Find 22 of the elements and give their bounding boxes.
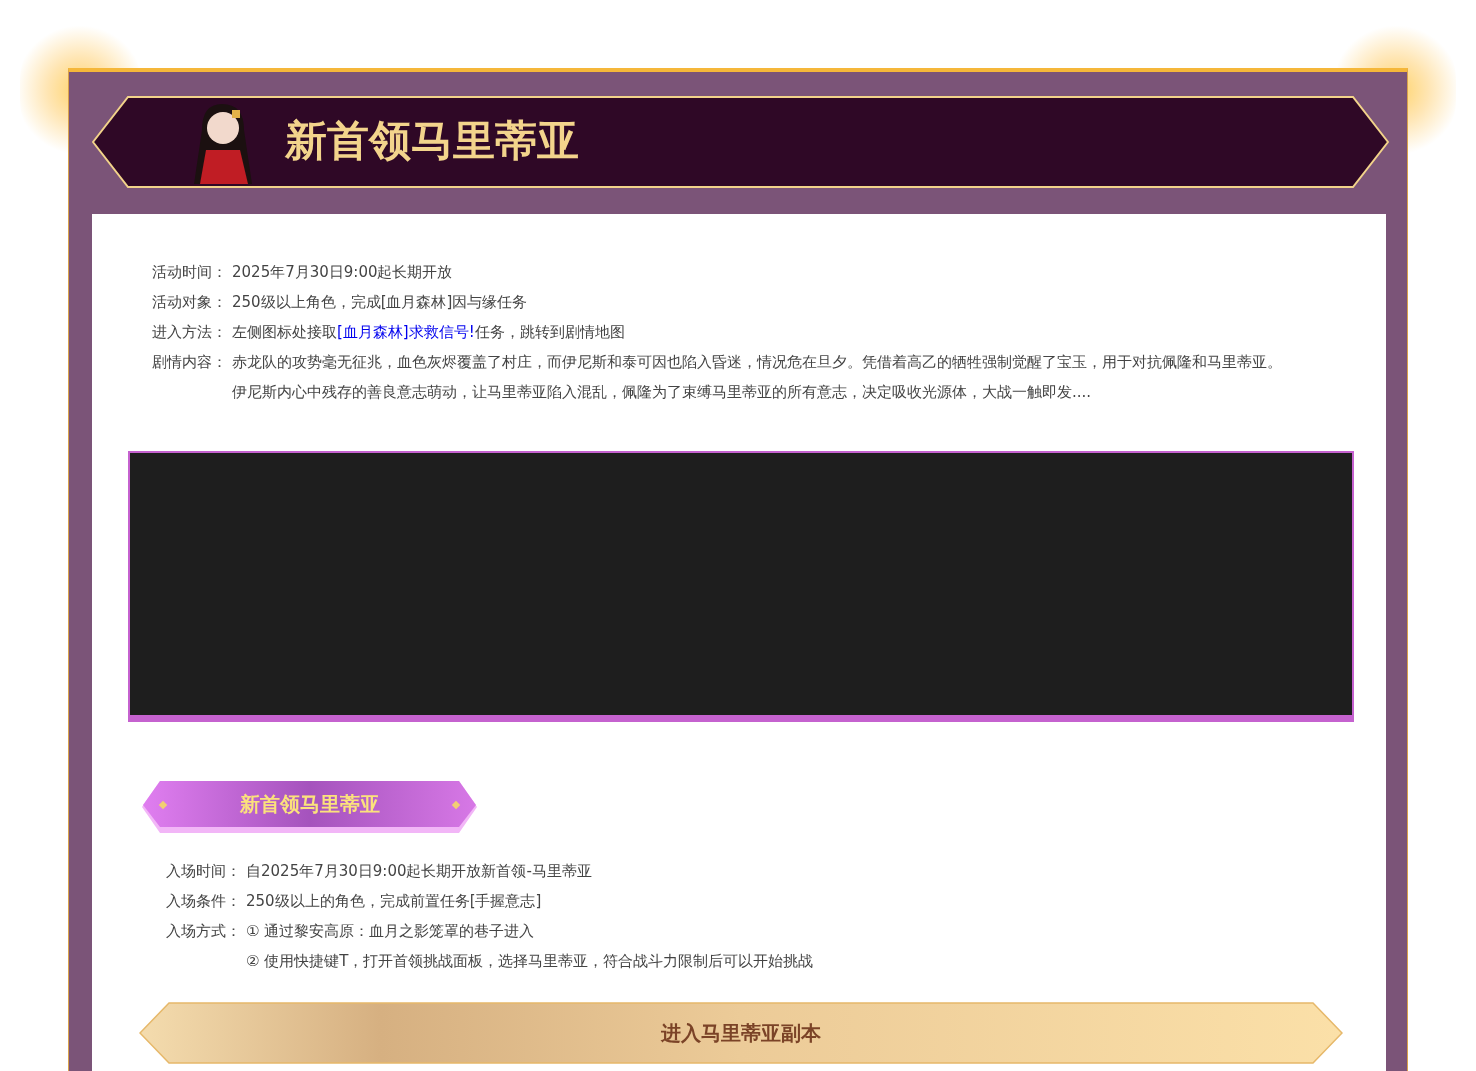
info-label: 剧情内容：	[152, 352, 228, 373]
section-title: 新首领马里蒂亚	[238, 791, 381, 817]
info-text: 250级以上角色，完成[血月森林]因与缘任务	[232, 292, 528, 313]
quest-link[interactable]: [血月森林]求救信号!	[337, 317, 475, 347]
banner-title: 新首领马里蒂亚	[285, 115, 579, 167]
entry-text: ② 使用快捷键T，打开首领挑战面板，选择马里蒂亚，符合战斗力限制后可以开始挑战	[246, 951, 814, 972]
entry-text: 自2025年7月30日9:00起长期开放新首领-马里蒂亚	[246, 861, 592, 882]
info-label: 进入方法：	[152, 322, 228, 343]
info-text: 伊尼斯内心中残存的善良意志萌动，让马里蒂亚陷入混乱，佩隆为了束缚马里蒂亚的所有意志，决定吸收光源体，大战一触即发....	[232, 382, 1092, 403]
video-player[interactable]	[128, 451, 1354, 722]
info-text: 赤龙队的攻势毫无征兆，血色灰烬覆盖了村庄，而伊尼斯和泰可因也陷入昏迷，情况危在旦夕。凭借着高乙的牺牲强制觉醒了宝玉，用于对抗佩隆和马里蒂亚。	[232, 352, 1282, 373]
entry-text: 250级以上的角色，完成前置任务[手握意志]	[246, 891, 542, 912]
info-text: 左侧图标处接取	[232, 322, 337, 343]
entry-label: 入场方式：	[166, 921, 242, 942]
info-text: 任务，跳转到剧情地图	[474, 322, 625, 343]
info-label: 活动时间：	[152, 262, 228, 283]
enter-dungeon-button[interactable]: 进入马里蒂亚副本	[139, 1002, 1343, 1064]
info-text: 2025年7月30日9:00起长期开放	[232, 262, 453, 283]
entry-text: ① 通过黎安高原：血月之影笼罩的巷子进入	[246, 921, 536, 942]
info-label: 活动对象：	[152, 292, 228, 313]
entry-label: 入场条件：	[166, 891, 242, 912]
entry-label: 入场时间：	[166, 861, 242, 882]
